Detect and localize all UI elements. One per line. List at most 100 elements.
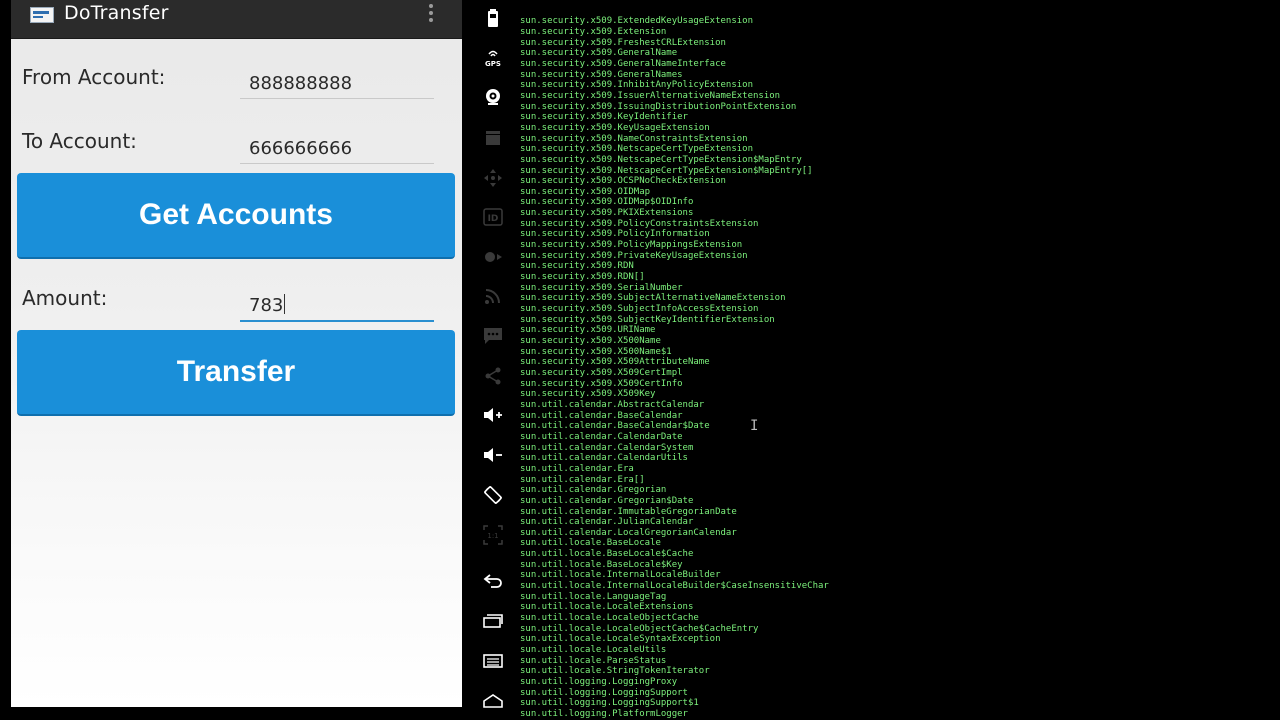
rotate-icon[interactable]: [472, 483, 514, 507]
app-title: DoTransfer: [64, 2, 169, 24]
terminal-line: sun.security.x509.PolicyInformation: [520, 229, 710, 240]
terminal-line: sun.util.locale.LocaleObjectCache$CacheE…: [520, 623, 759, 634]
overflow-menu-icon[interactable]: [425, 2, 437, 24]
terminal-line: sun.util.calendar.JulianCalendar: [520, 517, 694, 528]
clapper-icon[interactable]: [472, 126, 514, 150]
terminal-line: sun.security.x509.X500Name: [520, 336, 661, 346]
terminal-line: sun.security.x509.GeneralName: [520, 48, 678, 59]
amount-text: 783: [249, 295, 284, 316]
to-account-field[interactable]: 666666666: [240, 133, 434, 164]
terminal-line: sun.security.x509.PolicyMappingsExtensio…: [520, 240, 743, 251]
terminal-line: sun.security.x509.X509CertInfo: [520, 378, 683, 389]
terminal-line: sun.util.calendar.Era: [520, 463, 634, 474]
terminal-line: sun.security.x509.X509AttributeName: [520, 357, 710, 368]
amount-label: Amount:: [22, 286, 108, 310]
android-app-screen: DoTransfer From Account: 888888888 To Ac…: [11, 0, 462, 707]
media-icon[interactable]: [472, 245, 514, 269]
rss-icon[interactable]: [472, 284, 514, 308]
terminal-line: sun.security.x509.PrivateKeyUsageExtensi…: [520, 250, 748, 261]
terminal-line: sun.security.x509.X509CertImpl: [520, 367, 683, 378]
terminal-line: sun.util.locale.BaseLocale$Cache: [520, 549, 694, 560]
emulator-sidebar: GPS ID 1:1: [472, 0, 514, 720]
terminal-line: sun.security.x509.X509Key: [520, 389, 656, 400]
from-account-field[interactable]: 888888888: [240, 68, 434, 99]
terminal-line: sun.util.calendar.BaseCalendar$Date: [520, 421, 710, 432]
scale-label: 1:1: [487, 532, 498, 540]
id-label: ID: [488, 214, 499, 224]
terminal-line: sun.security.x509.NetscapeCertTypeExtens…: [520, 144, 753, 155]
terminal-line: sun.util.locale.BaseLocale$Key: [520, 559, 683, 570]
volume-up-icon[interactable]: [472, 403, 514, 427]
terminal-line: sun.security.x509.GeneralNames: [520, 69, 683, 80]
terminal-line: sun.util.logging.LoggingSupport$1: [520, 698, 699, 709]
terminal-line: sun.util.locale.ParseStatus: [520, 655, 667, 666]
terminal-line: sun.security.x509.KeyUsageExtension: [520, 122, 710, 133]
gps-icon[interactable]: GPS: [472, 46, 514, 70]
terminal-line: sun.security.x509.SubjectInfoAccessExten…: [520, 304, 759, 315]
terminal-line: sun.security.x509.KeyIdentifier: [520, 112, 688, 123]
recent-apps-icon[interactable]: [472, 609, 514, 633]
terminal-line: sun.security.x509.OIDMap: [520, 186, 651, 197]
dpad-icon[interactable]: [472, 166, 514, 190]
terminal-line: sun.util.locale.LocaleSyntaxException: [520, 634, 721, 645]
menu-icon[interactable]: [472, 649, 514, 673]
action-bar: DoTransfer: [11, 0, 462, 39]
terminal-line: sun.security.x509.PKIXExtensions: [520, 208, 694, 219]
share-icon[interactable]: [472, 364, 514, 388]
sms-icon[interactable]: [472, 324, 514, 348]
terminal-line: sun.security.x509.NetscapeCertTypeExtens…: [520, 154, 802, 165]
scale-icon[interactable]: 1:1: [472, 523, 514, 547]
terminal-line: sun.util.locale.BaseLocale: [520, 538, 661, 549]
terminal-line: sun.security.x509.IssuerAlternativeNameE…: [520, 90, 781, 101]
text-cursor: [284, 294, 286, 314]
terminal-line: sun.util.locale.LocaleUtils: [520, 645, 667, 656]
amount-field[interactable]: 783: [240, 290, 434, 322]
terminal-line: sun.util.logging.PlatformLogger: [520, 708, 688, 719]
terminal-line: sun.security.x509.X500Name$1: [520, 346, 672, 357]
terminal-line: sun.security.x509.NameConstraintsExtensi…: [520, 133, 748, 144]
terminal-line: sun.security.x509.ExtendedKeyUsageExtens…: [520, 16, 753, 27]
terminal-line: sun.security.x509.SerialNumber: [520, 282, 683, 293]
battery-icon[interactable]: [472, 6, 514, 30]
terminal-line: sun.util.locale.LocaleExtensions: [520, 602, 694, 613]
terminal-line: sun.security.x509.URIName: [520, 325, 656, 336]
terminal-line: sun.util.locale.LanguageTag: [520, 591, 667, 602]
terminal-line: sun.util.locale.StringTokenIterator: [520, 666, 710, 677]
terminal-line: sun.util.logging.LoggingSupport: [520, 687, 688, 698]
terminal-line: sun.util.calendar.CalendarUtils: [520, 453, 688, 464]
amount-value: 783: [249, 294, 286, 316]
terminal-line: sun.util.calendar.BaseCalendar: [520, 410, 683, 421]
terminal-line: sun.util.locale.LocaleObjectCache: [520, 613, 699, 624]
to-account-value: 666666666: [249, 138, 353, 159]
app-logo-icon: [30, 7, 54, 23]
terminal-line: sun.util.locale.InternalLocaleBuilder$Ca…: [520, 581, 829, 592]
back-icon[interactable]: [472, 569, 514, 593]
transfer-button[interactable]: Transfer: [17, 330, 455, 416]
terminal-lines: sun.security.x509.ExtendedKeyUsageExtens…: [520, 16, 1280, 720]
terminal-line: sun.security.x509.IssuingDistributionPoi…: [520, 101, 797, 112]
get-accounts-button[interactable]: Get Accounts: [17, 173, 455, 259]
terminal-line: sun.security.x509.GeneralNameInterface: [520, 58, 726, 69]
terminal-line: sun.security.x509.OIDMap$OIDInfo: [520, 197, 694, 208]
terminal-line: sun.security.x509.SubjectKeyIdentifierEx…: [520, 314, 775, 325]
gps-label: GPS: [485, 60, 501, 68]
terminal-line: sun.security.x509.InhibitAnyPolicyExtens…: [520, 80, 753, 91]
terminal-line: sun.util.calendar.ImmutableGregorianDate: [520, 506, 737, 517]
terminal-line: sun.util.calendar.Era[]: [520, 474, 645, 485]
terminal-line: sun.util.calendar.CalendarSystem: [520, 442, 694, 453]
home-icon[interactable]: [472, 689, 514, 713]
to-account-label: To Account:: [22, 129, 137, 153]
terminal-line: sun.util.locale.InternalLocaleBuilder: [520, 570, 721, 581]
volume-down-icon[interactable]: [472, 443, 514, 467]
from-account-label: From Account:: [22, 65, 166, 89]
terminal-line: sun.security.x509.RDN[]: [520, 272, 645, 283]
terminal-line: sun.security.x509.PolicyConstraintsExten…: [520, 218, 759, 229]
terminal-line: sun.util.logging.LoggingProxy: [520, 677, 678, 687]
terminal-line: sun.security.x509.SubjectAlternativeName…: [520, 293, 786, 304]
camera-icon[interactable]: [472, 85, 514, 109]
terminal-output[interactable]: sun.security.x509.ExtendedKeyUsageExtens…: [520, 0, 1280, 720]
terminal-line: sun.security.x509.NetscapeCertTypeExtens…: [520, 165, 813, 176]
terminal-line: sun.security.x509.OCSPNoCheckExtension: [520, 176, 726, 187]
id-icon[interactable]: ID: [472, 205, 514, 229]
from-account-value: 888888888: [249, 73, 353, 94]
